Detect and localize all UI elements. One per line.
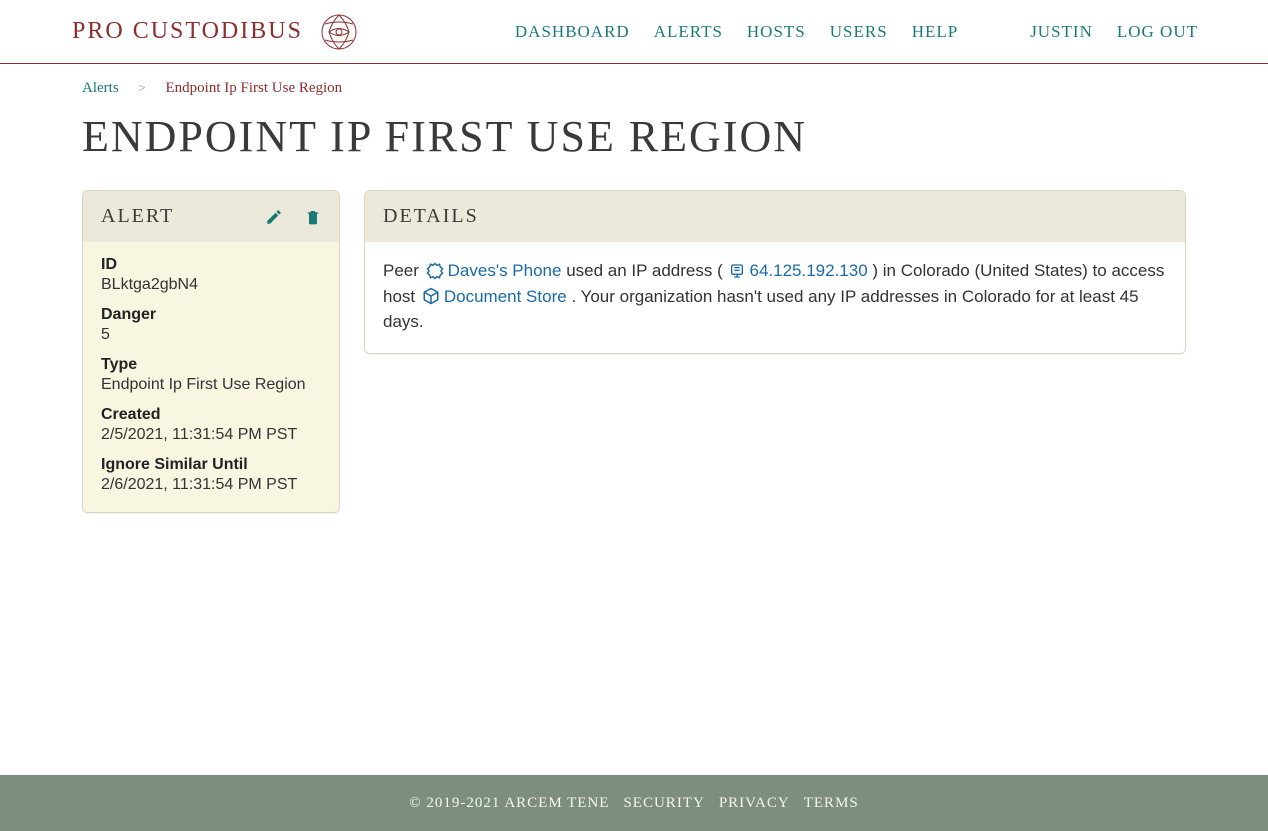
box-icon (422, 287, 440, 305)
alert-card-title: ALERT (101, 205, 174, 228)
field-created: Created 2/5/2021, 11:31:54 PM PST (101, 406, 321, 444)
field-id-label: ID (101, 256, 321, 274)
details-text-2: used an IP address ( (566, 261, 727, 280)
details-card-body: Peer Daves's Phone used an IP address ( … (365, 242, 1185, 353)
peer-icon (426, 262, 444, 280)
page-title: ENDPOINT IP FIRST USE REGION (82, 111, 1186, 162)
details-card-header: DETAILS (365, 191, 1185, 242)
delete-icon[interactable] (305, 208, 321, 226)
alert-card-body: ID BLktga2gbN4 Danger 5 Type Endpoint Ip… (83, 242, 339, 512)
nav-users[interactable]: USERS (830, 22, 888, 42)
breadcrumb-separator: > (138, 80, 145, 95)
footer-terms[interactable]: TERMS (804, 795, 859, 812)
field-type-value: Endpoint Ip First Use Region (101, 376, 321, 394)
field-danger-label: Danger (101, 306, 321, 324)
alert-card-actions (265, 208, 321, 226)
edit-icon[interactable] (265, 208, 283, 226)
field-id-value: BLktga2gbN4 (101, 276, 321, 294)
details-card-title: DETAILS (383, 205, 479, 228)
field-ignore-label: Ignore Similar Until (101, 456, 321, 474)
nav-dashboard[interactable]: DASHBOARD (515, 22, 630, 42)
details-text-1: Peer (383, 261, 424, 280)
server-icon (729, 263, 745, 279)
topbar: PRO CUSTODIBUS DASHBOARD ALERTS HOSTS US… (0, 0, 1268, 64)
content: Alerts > Endpoint Ip First Use Region EN… (0, 64, 1268, 775)
host-link[interactable]: Document Store (444, 287, 567, 306)
alert-card: ALERT ID BLkt (82, 190, 340, 513)
footer-copyright: © 2019-2021 ARCEM TENE (409, 795, 609, 812)
nav-alerts[interactable]: ALERTS (654, 22, 723, 42)
nav-logout[interactable]: LOG OUT (1117, 22, 1198, 42)
nav-username[interactable]: JUSTIN (1030, 22, 1093, 42)
alert-card-header: ALERT (83, 191, 339, 242)
field-created-label: Created (101, 406, 321, 424)
footer-privacy[interactable]: PRIVACY (719, 795, 790, 812)
brand-emblem-icon (317, 10, 361, 54)
brand-name: PRO CUSTODIBUS (72, 18, 303, 45)
nav-hosts[interactable]: HOSTS (747, 22, 806, 42)
footer: © 2019-2021 ARCEM TENE SECURITY PRIVACY … (0, 775, 1268, 831)
ip-link[interactable]: 64.125.192.130 (749, 261, 867, 280)
field-danger: Danger 5 (101, 306, 321, 344)
details-card: DETAILS Peer Daves's Phone used an IP ad… (364, 190, 1186, 354)
field-ignore: Ignore Similar Until 2/6/2021, 11:31:54 … (101, 456, 321, 494)
breadcrumb-alerts[interactable]: Alerts (82, 80, 119, 96)
nav-help[interactable]: HELP (912, 22, 959, 42)
breadcrumb-current: Endpoint Ip First Use Region (166, 80, 343, 96)
field-danger-value: 5 (101, 326, 321, 344)
peer-link[interactable]: Daves's Phone (448, 261, 562, 280)
breadcrumb: Alerts > Endpoint Ip First Use Region (82, 80, 1186, 97)
field-created-value: 2/5/2021, 11:31:54 PM PST (101, 426, 321, 444)
field-type-label: Type (101, 356, 321, 374)
top-nav: DASHBOARD ALERTS HOSTS USERS HELP JUSTIN… (515, 22, 1198, 42)
footer-security[interactable]: SECURITY (623, 795, 704, 812)
field-ignore-value: 2/6/2021, 11:31:54 PM PST (101, 476, 321, 494)
brand[interactable]: PRO CUSTODIBUS (72, 10, 361, 54)
field-id: ID BLktga2gbN4 (101, 256, 321, 294)
field-type: Type Endpoint Ip First Use Region (101, 356, 321, 394)
